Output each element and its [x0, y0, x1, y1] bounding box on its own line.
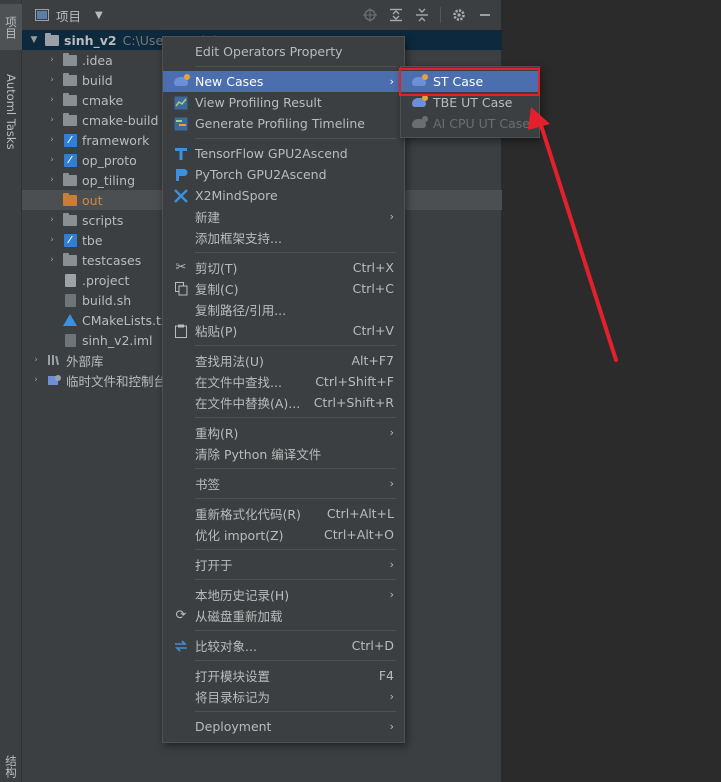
annotation-arrow — [528, 107, 618, 362]
